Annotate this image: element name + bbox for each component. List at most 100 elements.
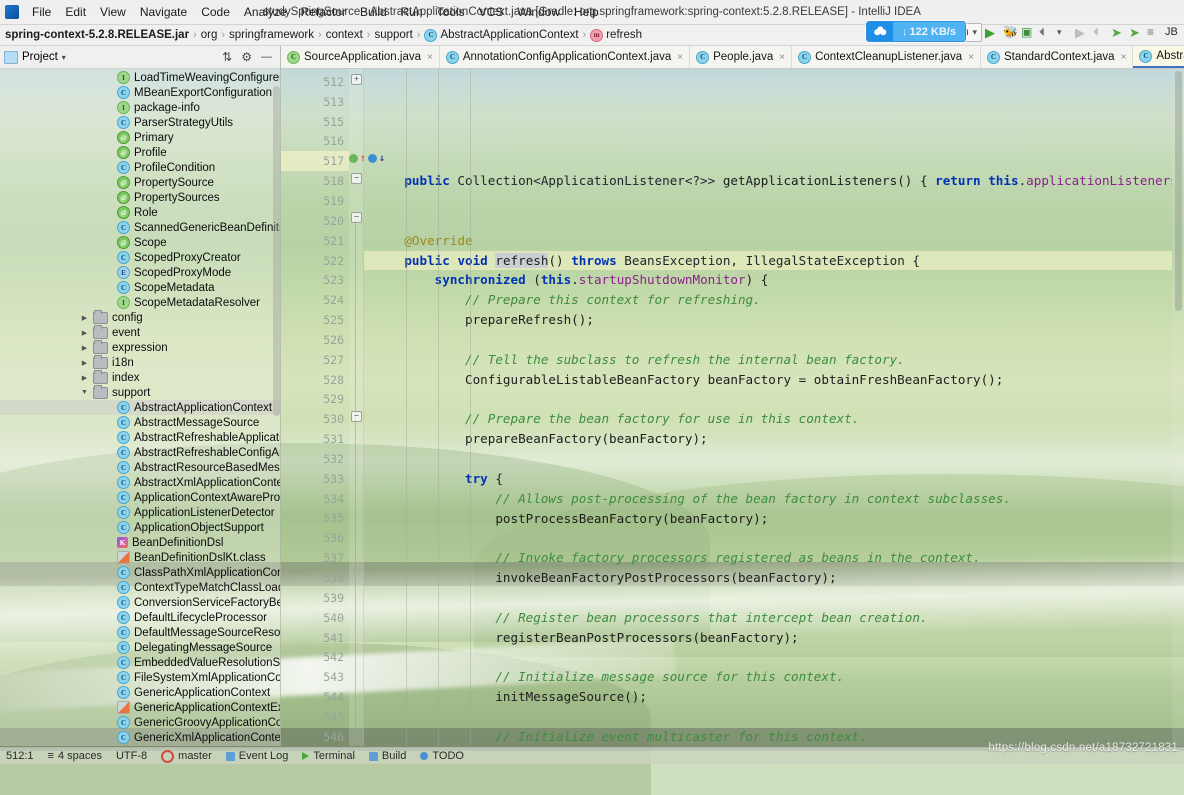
tree-item[interactable]: ▶ i18n <box>0 354 280 370</box>
editor-tab[interactable]: C SourceApplication.java × <box>281 46 440 68</box>
build-button[interactable]: Build <box>368 750 406 762</box>
fold-collapse-marker[interactable]: − <box>351 173 362 184</box>
tree-item[interactable]: C DelegatingMessageSource <box>0 640 280 655</box>
editor-tab[interactable]: C AnnotationConfigApplicationContext.java… <box>439 46 691 68</box>
line-number[interactable]: 532 <box>281 449 349 469</box>
breadcrumb-item[interactable]: org <box>198 29 221 41</box>
tree-item[interactable]: ▶ expression <box>0 339 280 355</box>
line-number[interactable]: 515 <box>281 112 349 132</box>
event-log-button[interactable]: Event Log <box>225 750 288 762</box>
breadcrumb-item[interactable]: C AbstractApplicationContext <box>421 28 581 42</box>
hide-panel-icon[interactable]: — <box>261 51 272 63</box>
menu-item-view[interactable]: View <box>93 2 133 22</box>
line-number[interactable]: 537 <box>281 548 349 568</box>
menu-item-code[interactable]: Code <box>194 2 237 22</box>
tree-item[interactable]: ▼ support <box>0 384 280 400</box>
breadcrumb-item[interactable]: context <box>323 29 366 41</box>
line-number[interactable]: 535 <box>281 509 349 529</box>
code-line[interactable] <box>364 330 1172 350</box>
tree-item[interactable]: C GenericXmlApplicationContext <box>0 730 280 745</box>
tree-item[interactable]: C ContextTypeMatchClassLoader <box>0 580 280 595</box>
editor-tab[interactable]: C StandardContext.java × <box>980 46 1134 68</box>
search-everywhere-icon[interactable]: JB <box>1165 25 1180 40</box>
menu-item-edit[interactable]: Edit <box>58 2 93 22</box>
tree-item[interactable]: I ScopeMetadataResolver <box>0 295 280 310</box>
code-line[interactable] <box>364 647 1172 667</box>
tree-item[interactable]: ▶ event <box>0 324 280 340</box>
code-line[interactable]: // Prepare this context for refreshing. <box>364 290 1172 310</box>
menu-item-help[interactable]: Help <box>567 2 606 22</box>
fold-expand-marker[interactable]: + <box>351 74 362 85</box>
close-icon[interactable]: × <box>779 52 785 63</box>
line-number[interactable]: 513 <box>281 92 349 112</box>
line-number[interactable]: 536 <box>281 528 349 548</box>
code-line[interactable]: // Register bean processors that interce… <box>364 608 1172 628</box>
chevron-right-icon[interactable]: ▶ <box>80 314 89 322</box>
tree-item[interactable]: I LoadTimeWeavingConfigurer <box>0 70 280 85</box>
gear-icon[interactable]: ⚙ <box>241 50 252 64</box>
line-number[interactable]: 545 <box>281 707 349 727</box>
tree-item[interactable]: C AbstractMessageSource <box>0 415 280 430</box>
line-number[interactable]: 521 <box>281 231 349 251</box>
breadcrumb-item[interactable]: m refresh <box>587 28 645 42</box>
breadcrumb-item[interactable]: springframework <box>226 29 317 41</box>
line-column-indicator[interactable]: 512:1 <box>6 750 34 762</box>
code-line[interactable] <box>364 707 1172 727</box>
code-line[interactable]: invokeBeanFactoryPostProcessors(beanFact… <box>364 568 1172 588</box>
line-number[interactable]: 544 <box>281 687 349 707</box>
code-line[interactable] <box>364 588 1172 608</box>
line-number[interactable]: 519 <box>281 191 349 211</box>
tree-item[interactable]: C MBeanExportConfiguration <box>0 85 280 100</box>
editor-tab[interactable]: C ContextCleanupListener.java × <box>792 46 981 68</box>
scrollbar-thumb[interactable] <box>1175 71 1182 311</box>
tree-item[interactable]: C AbstractRefreshableConfigApplica <box>0 445 280 460</box>
chevron-right-icon[interactable]: ▶ <box>80 329 89 337</box>
breadcrumb-item[interactable]: spring-context-5.2.8.RELEASE.jar <box>2 29 192 41</box>
tree-item[interactable]: C AbstractXmlApplicationContext <box>0 475 280 490</box>
tree-item[interactable]: C DefaultMessageSourceResolvable <box>0 625 280 640</box>
code-line[interactable]: initMessageSource(); <box>364 687 1172 707</box>
tree-item[interactable]: C ScopedProxyCreator <box>0 250 280 265</box>
tree-item[interactable]: C ApplicationObjectSupport <box>0 520 280 535</box>
line-number[interactable]: 527 <box>281 350 349 370</box>
code-line[interactable]: public void refresh() throws BeansExcept… <box>364 250 1172 271</box>
line-number[interactable]: 540 <box>281 608 349 628</box>
chevron-right-icon[interactable]: ▶ <box>80 374 89 382</box>
tree-item[interactable]: C FileSystemXmlApplicationContext <box>0 670 280 685</box>
profile-button[interactable]: ⏴ <box>1039 25 1054 40</box>
code-line[interactable]: synchronized (this.startupShutdownMonito… <box>364 270 1172 290</box>
line-number[interactable]: 533 <box>281 469 349 489</box>
code-line[interactable]: prepareRefresh(); <box>364 310 1172 330</box>
tree-item[interactable]: E ScopedProxyMode <box>0 265 280 280</box>
editor-tab[interactable]: C People.java × <box>690 46 793 68</box>
project-panel-title[interactable]: Project ▾ <box>4 50 66 64</box>
breadcrumb-item[interactable]: support <box>371 29 415 41</box>
tree-item[interactable]: C ParserStrategyUtils <box>0 115 280 130</box>
menu-item-build[interactable]: Build <box>353 2 394 22</box>
menu-item-file[interactable]: File <box>25 2 58 22</box>
line-number[interactable]: 516 <box>281 132 349 152</box>
tree-item[interactable]: K BeanDefinitionDsl <box>0 535 280 550</box>
tree-item[interactable]: C GenericGroovyApplicationContext <box>0 715 280 730</box>
code-folding-column[interactable]: + − − − <box>349 69 364 746</box>
git-branch-indicator[interactable]: master <box>161 749 212 763</box>
terminal-button[interactable]: Terminal <box>302 750 355 762</box>
line-number[interactable]: 522 <box>281 251 349 271</box>
code-line[interactable]: // Invoke factory processors registered … <box>364 548 1172 568</box>
tree-item[interactable]: @ PropertySource <box>0 175 280 190</box>
editor-tab[interactable]: CAbstractApplicationContext.java× <box>1133 46 1184 68</box>
menu-item-analyze[interactable]: Analyze <box>237 2 294 22</box>
line-number[interactable]: 531 <box>281 429 349 449</box>
update-project-button[interactable]: ➤ <box>1111 25 1126 40</box>
more-button[interactable]: ≡ <box>1147 25 1162 40</box>
tree-item[interactable]: C DefaultLifecycleProcessor <box>0 610 280 625</box>
debug-button[interactable]: 🐝 <box>1003 25 1018 40</box>
menu-item-refactor[interactable]: Refactor <box>294 2 353 22</box>
close-icon[interactable]: × <box>1121 52 1127 63</box>
encoding-indicator[interactable]: UTF-8 <box>116 750 147 762</box>
code-line[interactable]: @Override <box>364 231 1172 251</box>
code-line[interactable]: ConfigurableListableBeanFactory beanFact… <box>364 370 1172 390</box>
tree-item[interactable]: C ApplicationListenerDetector <box>0 505 280 520</box>
code-line[interactable]: prepareBeanFactory(beanFactory); <box>364 429 1172 449</box>
line-number[interactable]: 524 <box>281 290 349 310</box>
